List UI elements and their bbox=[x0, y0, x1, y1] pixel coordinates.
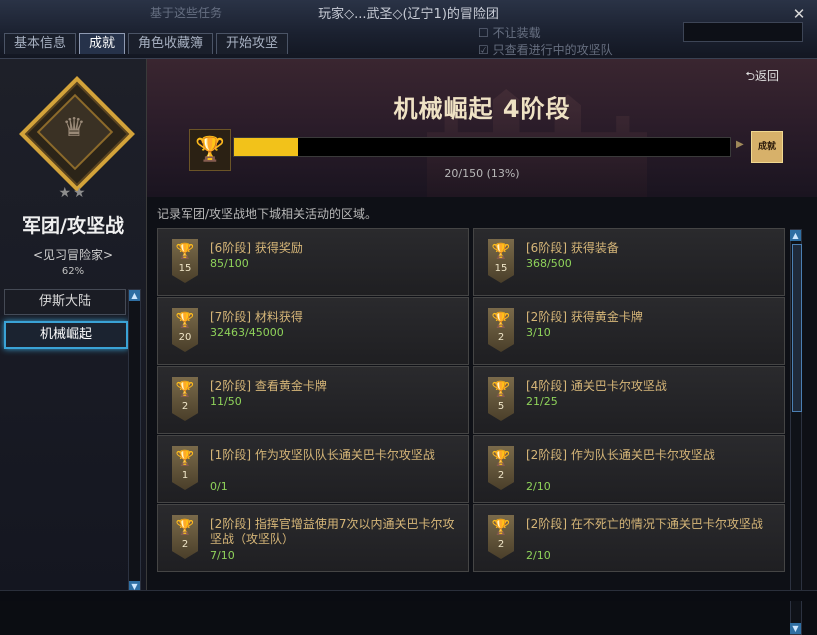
subcategory-list: 伊斯大陆 机械崛起 bbox=[4, 289, 128, 355]
achievement-card[interactable]: 🏆 2 [2阶段] 获得黄金卡牌 3/10 bbox=[473, 297, 785, 365]
achievement-title: [4阶段] 通关巴卡尔攻坚战 bbox=[526, 379, 667, 393]
achievement-progress: 32463/45000 bbox=[210, 326, 284, 339]
reward-icon[interactable]: 成就 bbox=[751, 131, 783, 163]
trophy-icon: 🏆 bbox=[189, 129, 231, 171]
achievement-card[interactable]: 🏆 2 [2阶段] 指挥官增益使用7次以内通关巴卡尔攻坚战（攻坚队） 7/10 bbox=[157, 504, 469, 572]
category-emblem: ♛ bbox=[19, 76, 135, 192]
trophy-badge: 🏆 2 bbox=[172, 515, 198, 559]
trophy-icon: 🏆 bbox=[175, 380, 195, 398]
achievement-progress: 2/10 bbox=[526, 549, 551, 562]
achievement-title: [2阶段] 获得黄金卡牌 bbox=[526, 310, 643, 324]
trophy-icon: 🏆 bbox=[175, 518, 195, 536]
trophy-badge: 🏆 2 bbox=[488, 446, 514, 490]
achievement-progress: 0/1 bbox=[210, 480, 228, 493]
stage-title: 机械崛起 4阶段 bbox=[393, 95, 571, 123]
achievement-title: [2阶段] 在不死亡的情况下通关巴卡尔攻坚战 bbox=[526, 517, 763, 531]
achievement-title: [1阶段] 作为攻坚队队长通关巴卡尔攻坚战 bbox=[210, 448, 435, 462]
adventure-team-window: 玩家◇...武圣◇(辽宁1)的冒险团 ✕ 基本信息 成就 角色收藏簿 开始攻坚 … bbox=[0, 0, 817, 635]
category-rank: <见习冒险家> bbox=[32, 248, 114, 262]
trophy-points: 2 bbox=[181, 401, 189, 412]
demon-crest-icon: ♛ bbox=[62, 113, 86, 143]
achievement-progress: 7/10 bbox=[210, 549, 235, 562]
trophy-icon: 🏆 bbox=[491, 242, 511, 260]
achievement-progress: 3/10 bbox=[526, 326, 551, 339]
achievement-progress: 21/25 bbox=[526, 395, 558, 408]
achievement-title: [2阶段] 查看黄金卡牌 bbox=[210, 379, 327, 393]
achievement-card[interactable]: 🏆 15 [6阶段] 获得奖励 85/100 bbox=[157, 228, 469, 296]
trophy-icon: 🏆 bbox=[175, 449, 195, 467]
trophy-icon: 🏆 bbox=[491, 449, 511, 467]
achievement-main: ⮌返回 机械崛起 4阶段 🏆 ▶ 成就 20/150 (13%) 记录军团/攻坚… bbox=[147, 59, 817, 635]
achievement-progress: 85/100 bbox=[210, 257, 249, 270]
trophy-points: 2 bbox=[497, 332, 505, 343]
window-title: 玩家◇...武圣◇(辽宁1)的冒险团 bbox=[318, 7, 499, 22]
trophy-points: 2 bbox=[497, 470, 505, 481]
tab-start-raid[interactable]: 开始攻坚 bbox=[216, 33, 289, 54]
trophy-points: 15 bbox=[178, 263, 192, 274]
tab-basic-info[interactable]: 基本信息 bbox=[4, 33, 77, 54]
stage-header: ⮌返回 机械崛起 4阶段 🏆 ▶ 成就 20/150 (13%) bbox=[147, 59, 817, 197]
trophy-badge: 🏆 20 bbox=[172, 308, 198, 352]
achievement-card[interactable]: 🏆 5 [4阶段] 通关巴卡尔攻坚战 21/25 bbox=[473, 366, 785, 434]
achievement-card[interactable]: 🏆 2 [2阶段] 查看黄金卡牌 11/50 bbox=[157, 366, 469, 434]
back-button[interactable]: ⮌返回 bbox=[745, 67, 779, 88]
arrow-right-icon: ▶ bbox=[736, 139, 744, 150]
achievement-title: [2阶段] 指挥官增益使用7次以内通关巴卡尔攻坚战（攻坚队） bbox=[210, 517, 455, 546]
subcategory-item-isys-continent[interactable]: 伊斯大陆 bbox=[4, 289, 126, 315]
category-sidebar: ♛ ★★ 军团/攻坚战 <见习冒险家> 62% 伊斯大陆 机械崛起 ▲ ▼ bbox=[0, 59, 147, 601]
tab-achievements[interactable]: 成就 bbox=[79, 33, 126, 54]
subcategory-item-machine-revolt[interactable]: 机械崛起 bbox=[4, 321, 128, 349]
rank-stars: ★★ bbox=[58, 185, 88, 201]
content-panel: ♛ ★★ 军团/攻坚战 <见习冒险家> 62% 伊斯大陆 机械崛起 ▲ ▼ ⮌返… bbox=[0, 58, 817, 635]
achievement-scrollbar[interactable]: ▲ ▼ bbox=[790, 229, 802, 635]
back-arrow-icon: ⮌ bbox=[745, 69, 755, 83]
achievement-title: [7阶段] 材料获得 bbox=[210, 310, 303, 324]
scroll-thumb[interactable] bbox=[792, 244, 802, 412]
close-icon[interactable]: ✕ bbox=[791, 6, 807, 22]
achievement-progress: 11/50 bbox=[210, 395, 242, 408]
trophy-icon: 🏆 bbox=[175, 242, 195, 260]
trophy-points: 15 bbox=[494, 263, 508, 274]
trophy-badge: 🏆 1 bbox=[172, 446, 198, 490]
trophy-badge: 🏆 2 bbox=[172, 377, 198, 421]
trophy-icon: 🏆 bbox=[175, 311, 195, 329]
trophy-icon: 🏆 bbox=[491, 311, 511, 329]
scroll-up-icon[interactable]: ▲ bbox=[129, 290, 140, 301]
trophy-icon: 🏆 bbox=[491, 380, 511, 398]
achievement-card[interactable]: 🏆 2 [2阶段] 作为队长通关巴卡尔攻坚战 2/10 bbox=[473, 435, 785, 503]
achievement-grid: 🏆 15 [6阶段] 获得奖励 85/100 🏆 15 [6阶段] 获得装备 368/500 🏆… bbox=[157, 228, 787, 574]
achievement-progress: 368/500 bbox=[526, 257, 572, 270]
category-percent: 62% bbox=[61, 266, 85, 277]
trophy-points: 1 bbox=[181, 470, 189, 481]
achievement-card[interactable]: 🏆 20 [7阶段] 材料获得 32463/45000 bbox=[157, 297, 469, 365]
scroll-down-icon[interactable]: ▼ bbox=[790, 623, 801, 634]
window-bottom-frame bbox=[0, 590, 817, 601]
stage-progress-fill bbox=[234, 138, 299, 156]
achievement-title: [2阶段] 作为队长通关巴卡尔攻坚战 bbox=[526, 448, 715, 462]
achievement-card[interactable]: 🏆 15 [6阶段] 获得装备 368/500 bbox=[473, 228, 785, 296]
achievement-card[interactable]: 🏆 2 [2阶段] 在不死亡的情况下通关巴卡尔攻坚战 2/10 bbox=[473, 504, 785, 572]
trophy-icon: 🏆 bbox=[491, 518, 511, 536]
trophy-points: 2 bbox=[181, 539, 189, 550]
achievement-card[interactable]: 🏆 1 [1阶段] 作为攻坚队队长通关巴卡尔攻坚战 0/1 bbox=[157, 435, 469, 503]
sidebar-scrollbar[interactable]: ▲ ▼ bbox=[128, 289, 141, 593]
trophy-badge: 🏆 15 bbox=[172, 239, 198, 283]
category-title: 军团/攻坚战 bbox=[22, 215, 124, 237]
scroll-up-icon[interactable]: ▲ bbox=[790, 230, 801, 241]
tab-bar: 基本信息 成就 角色收藏簿 开始攻坚 bbox=[4, 33, 291, 57]
stage-progress-bar bbox=[233, 137, 731, 157]
stage-progress-text: 20/150 (13%) bbox=[444, 167, 520, 180]
achievement-progress: 2/10 bbox=[526, 480, 551, 493]
trophy-badge: 🏆 5 bbox=[488, 377, 514, 421]
trophy-badge: 🏆 2 bbox=[488, 515, 514, 559]
trophy-points: 2 bbox=[497, 539, 505, 550]
achievement-title: [6阶段] 获得装备 bbox=[526, 241, 619, 255]
category-description: 记录军团/攻坚战地下城相关活动的区域。 bbox=[157, 207, 378, 221]
trophy-points: 20 bbox=[178, 332, 192, 343]
trophy-badge: 🏆 15 bbox=[488, 239, 514, 283]
trophy-badge: 🏆 2 bbox=[488, 308, 514, 352]
achievement-title: [6阶段] 获得奖励 bbox=[210, 241, 303, 255]
trophy-points: 5 bbox=[497, 401, 505, 412]
tab-character-collection[interactable]: 角色收藏簿 bbox=[128, 33, 214, 54]
